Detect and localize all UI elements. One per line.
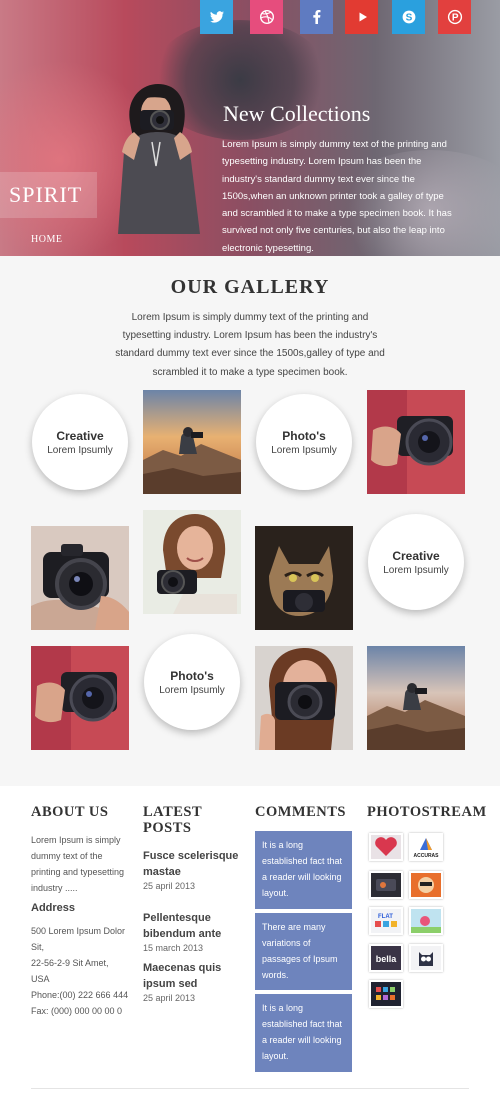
bella-logo-icon: bella [376, 954, 398, 964]
gallery-photo-mountain-2[interactable] [367, 646, 465, 750]
gallery-photo-camera-hand-2[interactable] [31, 646, 129, 750]
comments-heading: COMMENTS [255, 804, 346, 820]
circle-title: Creative [56, 428, 104, 443]
accuras-logo-icon: ACCURAS [414, 838, 440, 859]
thumb-label: bella [376, 954, 398, 964]
thumb-label: ACCURAS [414, 853, 440, 859]
photostream-thumb[interactable] [409, 907, 443, 935]
heart-icon [375, 837, 397, 856]
photostream-thumb[interactable] [409, 944, 443, 972]
gallery-section: OUR GALLERY Lorem Ipsum is simply dummy … [0, 256, 500, 786]
skype-button[interactable]: S [392, 0, 425, 34]
photostream-thumb[interactable] [369, 980, 403, 1008]
dribbble-icon [259, 9, 274, 25]
post-title[interactable]: Pellentesque bibendum ante [143, 910, 243, 942]
photographer-image [118, 84, 200, 234]
pinterest-icon: P [447, 9, 462, 25]
gallery-photo-smiling-woman[interactable] [143, 510, 241, 614]
photostream-thumb[interactable] [369, 871, 403, 899]
twitter-button[interactable] [200, 0, 233, 34]
circle-subtitle: Lorem Ipsumly [159, 684, 225, 696]
address-line: 500 Lorem Ipsum Dolor Sit, [31, 926, 126, 952]
facebook-button[interactable] [300, 0, 333, 34]
gallery-photo-nikon[interactable] [31, 526, 129, 630]
photostream-thumb[interactable] [409, 871, 443, 899]
mountain-photographer-image [367, 646, 465, 750]
photostream-thumb[interactable]: FLAT [369, 907, 403, 935]
gallery-photo-camera-hand[interactable] [367, 390, 465, 494]
fax-line: Fax: (000) 000 00 00 0 [31, 1006, 123, 1016]
address-heading: Address [31, 902, 76, 914]
footer-divider [31, 1088, 469, 1089]
about-text: Lorem Ipsum is simply dummy text of the … [31, 835, 125, 893]
phone-line: Phone:(00) 222 666 444 [31, 990, 129, 1000]
photostream-thumb[interactable]: ACCURAS [409, 833, 443, 861]
post-title[interactable]: Maecenas quis ipsum sed [143, 960, 243, 992]
address-line: 22-56-2-9 Sit Amet, [31, 958, 109, 968]
gallery-title: OUR GALLERY [170, 276, 330, 298]
svg-text:P: P [451, 13, 458, 24]
dark-ui-icon [376, 879, 396, 891]
dribbble-button[interactable] [250, 0, 283, 34]
about-heading: ABOUT US [31, 804, 109, 820]
post-item[interactable]: Fusce scelerisque mastae 25 april 2013 [143, 848, 243, 891]
circle-title: Creative [392, 548, 440, 563]
gallery-circle-creative-2[interactable]: Creative Lorem Ipsumly [368, 514, 464, 610]
thumb-label: FLAT [378, 914, 393, 920]
circle-title: Photo's [170, 668, 214, 683]
comment-box[interactable]: It is a long established fact that a rea… [255, 994, 352, 1072]
photostream-thumb[interactable] [369, 833, 403, 861]
hero-description: Lorem Ipsum is simply dummy text of the … [222, 139, 452, 254]
gallery-description: Lorem Ipsum is simply dummy text of the … [115, 312, 385, 378]
circle-subtitle: Lorem Ipsumly [47, 444, 113, 456]
post-date: 25 april 2013 [143, 993, 196, 1003]
gallery-photo-cat[interactable] [255, 526, 353, 630]
comment-box[interactable]: There are many variations of passages of… [255, 913, 352, 990]
address-line: USA [31, 974, 50, 984]
post-date: 15 march 2013 [143, 943, 204, 953]
post-item[interactable]: Maecenas quis ipsum sed 25 april 2013 [143, 960, 243, 1003]
gallery-photo-mountain[interactable] [143, 390, 241, 494]
photostream-heading: PHOTOSTREAM [367, 804, 487, 820]
owl-icon [419, 952, 433, 966]
gallery-circle-creative[interactable]: Creative Lorem Ipsumly [32, 394, 128, 490]
app-grid-icon [376, 987, 395, 1000]
camera-hand-image [367, 390, 465, 494]
nav-home-link[interactable]: HOME [31, 234, 62, 245]
comment-box[interactable]: It is a long established fact that a rea… [255, 831, 352, 909]
mountain-photographer-image [143, 390, 241, 494]
gallery-circle-photos[interactable]: Photo's Lorem Ipsumly [256, 394, 352, 490]
nikon-camera-image [31, 526, 129, 630]
camera-hand-image [31, 646, 129, 750]
avatar-illustration-icon [418, 877, 434, 893]
circle-subtitle: Lorem Ipsumly [271, 444, 337, 456]
post-title[interactable]: Fusce scelerisque mastae [143, 848, 243, 880]
gallery-circle-photos-2[interactable]: Photo's Lorem Ipsumly [144, 634, 240, 730]
skype-icon: S [402, 10, 415, 24]
latest-posts-heading: LATEST POSTS [143, 804, 202, 836]
hero-title: New Collections [223, 101, 371, 126]
address-block: 500 Lorem Ipsum Dolor Sit, 22-56-2-9 Sit… [31, 923, 136, 1019]
post-date: 25 april 2013 [143, 881, 196, 891]
svg-text:S: S [405, 13, 412, 24]
footer: ABOUT US Lorem Ipsum is simply dummy tex… [0, 786, 500, 1100]
smiling-woman-image [143, 510, 241, 614]
game-scene-icon [411, 916, 441, 933]
photostream-thumb[interactable]: bella [369, 944, 403, 972]
cat-image [255, 526, 353, 630]
flat-ui-icon: FLAT [375, 914, 397, 927]
circle-title: Photo's [282, 428, 326, 443]
twitter-icon [209, 11, 224, 23]
hero-banner: S P SPIRIT HOME New Collections Lorem Ip… [0, 0, 500, 256]
facebook-icon [312, 10, 320, 24]
youtube-icon [359, 12, 367, 22]
site-logo[interactable]: SPIRIT [0, 172, 97, 218]
post-item[interactable]: Pellentesque bibendum ante 15 march 2013 [143, 910, 243, 953]
woman-camera-image [255, 646, 353, 750]
gallery-photo-woman-camera[interactable] [255, 646, 353, 750]
circle-subtitle: Lorem Ipsumly [383, 564, 449, 576]
youtube-button[interactable] [345, 0, 378, 34]
pinterest-button[interactable]: P [438, 0, 471, 34]
